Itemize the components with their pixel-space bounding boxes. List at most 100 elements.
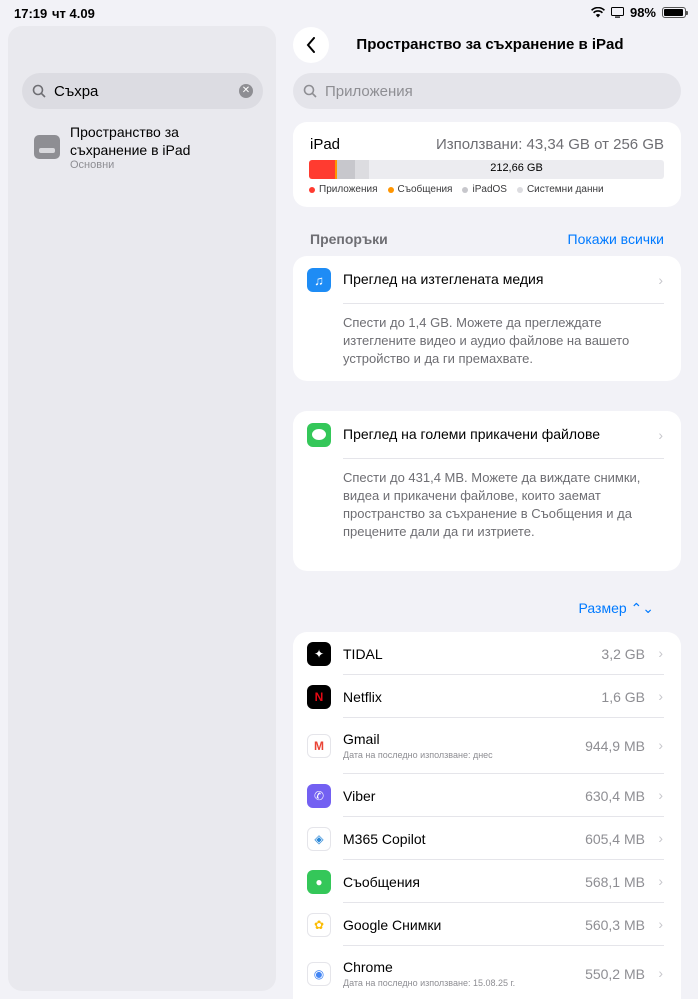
app-name: Съобщения [343, 873, 420, 890]
recommendation-header[interactable]: Преглед на големи прикачени файлове › [293, 411, 681, 457]
app-name: Gmail [343, 731, 380, 747]
legend-label: Съобщения [397, 184, 453, 195]
app-size: 944,9 MB [585, 738, 645, 754]
search-result-title: Пространство за съхранение в iPad [70, 124, 191, 158]
recommendation-header[interactable]: ♫ Преглед на изтеглената медия › [293, 256, 681, 302]
tidal-icon: ✦ [307, 641, 331, 666]
search-result-storage[interactable]: Пространство за съхранение в iPad Основн… [34, 123, 264, 183]
screen-icon [610, 7, 624, 18]
app-size: 3,2 GB [601, 645, 645, 662]
recommendation-title: Преглед на големи прикачени файлове [343, 426, 601, 442]
app-size: 560,3 MB [585, 916, 645, 933]
chevron-right-icon: › [658, 272, 663, 288]
app-name: TIDAL [343, 645, 383, 662]
legend-dot [462, 186, 469, 193]
sidebar-search-input[interactable]: Съхра [54, 83, 239, 100]
battery-percent: 98% [629, 5, 656, 20]
device-name: iPad [310, 136, 341, 153]
app-row[interactable]: ◈ M365 Copilot 605,4 MB › [293, 817, 681, 860]
drive-icon [34, 135, 60, 159]
status-date: чт 4.09 [52, 6, 95, 21]
search-icon [32, 84, 46, 98]
chevron-right-icon: › [658, 965, 663, 981]
sidebar: Съхра ✕ Пространство за съхранение в iPa… [8, 26, 276, 991]
app-last-used: Дата на последно използване: днес [343, 750, 493, 760]
chevron-right-icon: › [658, 915, 663, 932]
app-row[interactable]: ● Съобщения 568,1 MB › [293, 860, 681, 903]
search-icon [303, 84, 317, 98]
recommendation-card[interactable]: Преглед на големи прикачени файлове › Сп… [293, 411, 681, 571]
app-size: 568,1 MB [585, 873, 645, 890]
divider [343, 458, 664, 459]
app-row[interactable]: ◉ Chrome Дата на последно използване: 15.0… [293, 946, 681, 999]
sort-size-button[interactable]: Размер ⌃⌄ [579, 600, 654, 617]
recommendation-card[interactable]: ♫ Преглед на изтеглената медия › Спести … [293, 256, 681, 381]
apps-search-input[interactable] [325, 82, 671, 100]
show-all-link[interactable]: Покажи всички [568, 231, 664, 247]
legend-label: iPadOS [472, 184, 507, 195]
app-size: 630,4 MB [585, 787, 645, 804]
page-title: Пространство за съхранение в iPad [356, 36, 624, 53]
app-name: Chrome [343, 959, 393, 975]
wifi-icon [591, 7, 605, 18]
legend-item: Приложения [309, 184, 378, 195]
recommendation-title: Преглед на изтеглената медия [343, 271, 544, 287]
recommendations-label: Препоръки [310, 231, 388, 247]
storage-bar: 212,66 GB [309, 160, 664, 179]
app-name: Viber [343, 787, 376, 804]
chevron-right-icon: › [658, 644, 663, 661]
sidebar-search-field[interactable]: Съхра ✕ [22, 73, 263, 109]
storage-card: iPad Използвани: 43,34 GB от 256 GB 212,… [293, 122, 681, 207]
status-time: 17:19 [14, 6, 48, 21]
app-list: ✦ TIDAL 3,2 GB › N Netflix 1,6 GB › M Gmail Дата н… [293, 632, 681, 999]
storage-legend: Приложения Съобщения iPadOS Системни данни [309, 184, 604, 195]
app-row[interactable]: ✿ Google Снимки 560,3 MB › [293, 903, 681, 946]
app-name: M365 Copilot [343, 830, 426, 847]
legend-item: Системни данни [516, 184, 604, 195]
chevron-right-icon: › [658, 829, 663, 846]
divider [343, 303, 664, 304]
chevron-right-icon: › [658, 737, 663, 753]
recommendation-description: Спести до 431,4 MB. Можете да виждате сн… [343, 470, 641, 539]
chrome-icon: ◉ [307, 962, 331, 986]
google-photos-icon: ✿ [307, 912, 331, 937]
app-name: Netflix [343, 688, 382, 705]
chevron-right-icon: › [658, 427, 663, 443]
app-name: Google Снимки [343, 916, 442, 933]
status-bar: 17:19 чт 4.09 98% [0, 0, 698, 26]
app-size: 605,4 MB [585, 830, 645, 847]
legend-dot [387, 186, 394, 193]
gmail-icon: M [307, 734, 331, 758]
legend-dot [309, 186, 315, 193]
app-row[interactable]: ✦ TIDAL 3,2 GB › [293, 632, 681, 675]
back-button[interactable] [293, 27, 329, 63]
legend-label: Приложения [319, 184, 378, 195]
app-row[interactable]: ✆ Viber 630,4 MB › [293, 774, 681, 817]
app-last-used: Дата на последно използване: 15.08.25 г. [343, 978, 516, 988]
messages-icon: ● [307, 869, 331, 894]
search-result-subtitle: Основни [70, 159, 115, 171]
free-storage: 212,66 GB [490, 162, 543, 174]
messages-icon [307, 423, 331, 447]
chevron-right-icon: › [658, 687, 663, 704]
clear-icon[interactable]: ✕ [239, 84, 253, 98]
netflix-icon: N [307, 684, 331, 709]
copilot-icon: ◈ [307, 826, 331, 851]
app-row[interactable]: N Netflix 1,6 GB › [293, 675, 681, 718]
app-row[interactable]: M Gmail Дата на последно използване: днес 9… [293, 718, 681, 774]
chevron-right-icon: › [658, 786, 663, 803]
used-storage: Използвани: 43,34 GB от 256 GB [435, 136, 664, 153]
chevron-left-icon [306, 37, 315, 53]
app-size: 1,6 GB [601, 688, 645, 705]
battery-icon [662, 7, 688, 18]
status-right: 98% [591, 5, 688, 20]
music-icon: ♫ [307, 268, 331, 292]
recommendation-description: Спести до 1,4 GB. Можете да преглеждате … [343, 315, 630, 366]
chevron-right-icon: › [658, 872, 663, 889]
viber-icon: ✆ [307, 783, 331, 808]
legend-label: Системни данни [526, 184, 604, 195]
app-size: 550,2 MB [585, 966, 645, 982]
legend-item: iPadOS [462, 184, 507, 195]
apps-search-field[interactable] [293, 73, 681, 109]
legend-dot [516, 186, 523, 193]
